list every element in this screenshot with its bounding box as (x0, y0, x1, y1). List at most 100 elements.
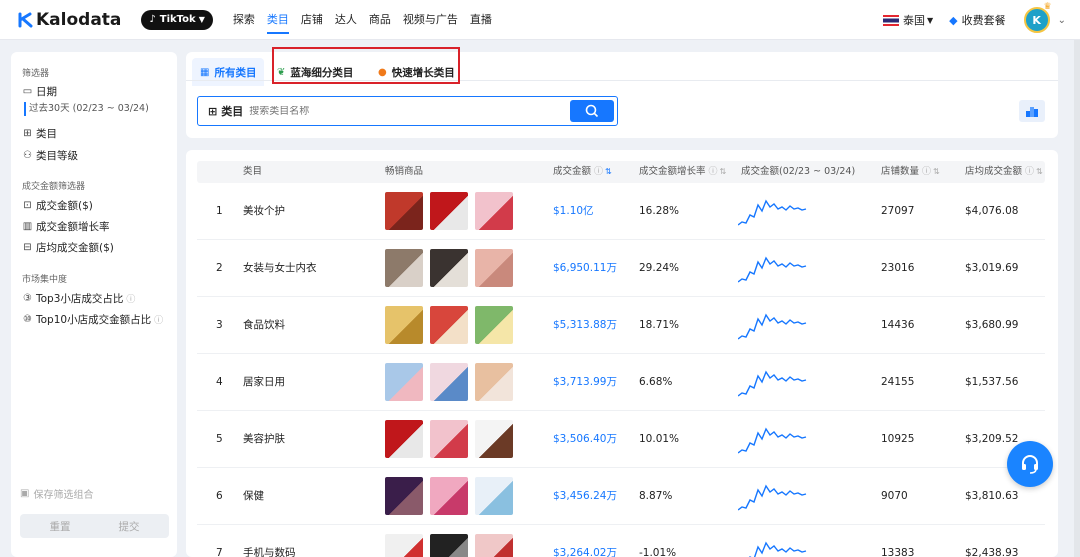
product-thumbnail[interactable] (475, 420, 513, 458)
top-products (385, 534, 520, 557)
date-filter[interactable]: ▭ 日期 (22, 84, 57, 99)
help-icon[interactable]: ⓘ (922, 167, 931, 177)
table-row[interactable]: 4 居家日用 $3,713.99万 6.68% 24155 $1,537.56 (197, 354, 1045, 411)
help-icon[interactable]: ⓘ (709, 167, 718, 177)
kalodata-logo[interactable]: Kalodata (18, 10, 121, 30)
shop-count: 9070 (881, 490, 908, 502)
product-thumbnail[interactable] (385, 363, 423, 401)
region-selector[interactable]: 泰国 ▼ (882, 12, 934, 28)
pricing-plan-link[interactable]: ◆ 收费套餐 (949, 12, 1005, 28)
crown-icon: ♛ (1043, 2, 1052, 12)
reset-button[interactable]: 重置 (20, 514, 100, 538)
tiktok-icon: ♪ (149, 14, 156, 25)
sort-icon[interactable]: ⇅ (720, 167, 727, 176)
platform-selector[interactable]: ♪ TikTok ▼ (141, 9, 213, 30)
top3-share-filter[interactable]: ③ Top3小店成交占比 ⓘ (22, 291, 135, 306)
help-icon[interactable]: ⓘ (126, 292, 135, 305)
nav-item[interactable]: 类目 (266, 0, 289, 40)
customer-support-button[interactable] (1007, 441, 1053, 487)
product-thumbnail[interactable] (430, 534, 468, 557)
sort-icon[interactable]: ⇅ (1036, 167, 1043, 176)
product-thumbnail[interactable] (385, 477, 423, 515)
product-thumbnail[interactable] (430, 192, 468, 230)
top10-share-filter[interactable]: ⑩ Top10小店成交金额占比 ⓘ (22, 312, 163, 327)
region-label: 泰国 (902, 14, 925, 27)
submit-button[interactable]: 提交 (89, 514, 169, 538)
table-row[interactable]: 5 美容护肤 $3,506.40万 10.01% 10925 $3,209.52 (197, 411, 1045, 468)
product-thumbnail[interactable] (385, 192, 423, 230)
category-name[interactable]: 美妆个护 (243, 183, 285, 240)
header-shop-count[interactable]: 店铺数量 ⓘ ⇅ (881, 161, 940, 183)
top3-share-label: Top3小店成交占比 (36, 293, 124, 305)
category-name[interactable]: 保健 (243, 468, 264, 525)
category-level-filter[interactable]: ⚇ 类目等级 (22, 148, 78, 163)
sparkline-path (738, 484, 807, 511)
header-avg-sales-label: 店均成交金额 (965, 166, 1023, 177)
table-row[interactable]: 6 保健 $3,456.24万 8.87% 9070 $3,810.63 (197, 468, 1045, 525)
product-thumbnail[interactable] (430, 477, 468, 515)
product-thumbnail[interactable] (430, 363, 468, 401)
product-thumbnail[interactable] (430, 249, 468, 287)
save-filter-combo[interactable]: ▣ 保存筛选组合 (20, 486, 93, 501)
chevron-down-icon[interactable]: ⌄ (1058, 15, 1066, 26)
product-thumbnail[interactable] (475, 363, 513, 401)
table-row[interactable]: 7 手机与数码 $3,264.02万 -1.01% 13383 $2,438.9… (197, 525, 1045, 557)
product-thumbnail[interactable] (430, 420, 468, 458)
sales-growth: 6.68% (639, 376, 673, 388)
header-category: 类目 (243, 166, 263, 177)
sales-amount: $6,950.11万 (553, 262, 617, 274)
avg-shop-sales-filter[interactable]: ⊟ 店均成交金额($) (22, 240, 114, 255)
category-name[interactable]: 食品饮料 (243, 297, 285, 354)
table-row[interactable]: 3 食品饮料 $5,313.88万 18.71% 14436 $3,680.99 (197, 297, 1045, 354)
help-icon[interactable]: ⓘ (594, 167, 603, 177)
nav-item[interactable]: 视频与广告 (403, 0, 458, 40)
category-filter[interactable]: ⊞ 类目 (22, 126, 57, 141)
header-sales[interactable]: 成交金额 ⓘ ⇅ (553, 161, 612, 183)
category-name[interactable]: 居家日用 (243, 354, 285, 411)
shop-count: 10925 (881, 433, 915, 445)
date-range-value[interactable]: 过去30天 (02/23 ~ 03/24) (24, 102, 149, 116)
product-thumbnail[interactable] (385, 534, 423, 557)
header-growth[interactable]: 成交金额增长率 ⓘ ⇅ (639, 161, 726, 183)
table-row[interactable]: 1 美妆个护 $1.10亿 16.28% 27097 $4,076.08 (197, 183, 1045, 240)
filter-sidebar: 筛选器 ▭ 日期 过去30天 (02/23 ~ 03/24) ⊞ 类目 ⚇ 类目… (11, 52, 177, 557)
nav-item[interactable]: 直播 (470, 0, 492, 40)
help-icon[interactable]: ⓘ (1025, 167, 1034, 177)
product-thumbnail[interactable] (475, 249, 513, 287)
help-icon[interactable]: ⓘ (154, 313, 163, 326)
sparkline-path (738, 199, 807, 226)
plan-label: 收费套餐 (961, 14, 1006, 27)
sales-amount-filter[interactable]: ⊡ 成交金额($) (22, 198, 93, 213)
page-scrollbar[interactable] (1074, 40, 1080, 557)
search-button[interactable] (570, 100, 614, 122)
product-thumbnail[interactable] (430, 306, 468, 344)
tab-all-categories[interactable]: ▦ 所有类目 (192, 58, 265, 86)
product-thumbnail[interactable] (385, 420, 423, 458)
product-thumbnail[interactable] (475, 306, 513, 344)
avatar[interactable]: K ♛ (1023, 2, 1052, 33)
table-row[interactable]: 2 女装与女士内衣 $6,950.11万 29.24% 23016 $3,019… (197, 240, 1045, 297)
thailand-flag-icon (882, 14, 899, 26)
sales-growth-filter[interactable]: ▥ 成交金额增长率 (22, 219, 110, 234)
sort-icon[interactable]: ⇅ (605, 167, 612, 176)
product-thumbnail[interactable] (385, 306, 423, 344)
nav-item[interactable]: 商品 (369, 0, 391, 40)
nav-item[interactable]: 探索 (233, 0, 255, 40)
top-products (385, 306, 520, 344)
search-input[interactable] (249, 105, 550, 117)
product-thumbnail[interactable] (385, 249, 423, 287)
export-button[interactable] (1019, 100, 1045, 122)
product-thumbnail[interactable] (475, 534, 513, 557)
rank: 2 (216, 262, 223, 274)
category-name[interactable]: 手机与数码 (243, 525, 296, 557)
chevron-down-icon: ▼ (926, 15, 934, 25)
header-avg-sales[interactable]: 店均成交金额 ⓘ ⇅ (965, 161, 1043, 183)
nav-item[interactable]: 达人 (335, 0, 357, 40)
highlight-box (272, 47, 460, 84)
product-thumbnail[interactable] (475, 192, 513, 230)
nav-item[interactable]: 店铺 (301, 0, 323, 40)
category-name[interactable]: 女装与女士内衣 (243, 240, 317, 297)
product-thumbnail[interactable] (475, 477, 513, 515)
sort-icon[interactable]: ⇅ (933, 167, 940, 176)
category-name[interactable]: 美容护肤 (243, 411, 285, 468)
